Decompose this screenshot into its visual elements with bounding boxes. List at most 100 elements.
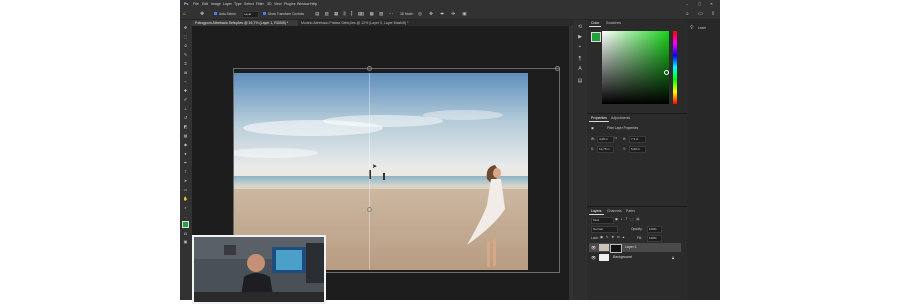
- link-icon[interactable]: ⊶: [614, 136, 617, 140]
- menu-bar: Ps File Edit Image Layer Type Select Fil…: [180, 0, 720, 9]
- history-icon[interactable]: ⟲: [577, 24, 583, 30]
- lock-icon: 🔒︎: [672, 255, 675, 260]
- color-picker-marker[interactable]: [664, 70, 669, 75]
- character-icon[interactable]: A: [577, 66, 583, 72]
- show-transform-label: Show Transform Controls: [268, 12, 304, 16]
- lightbulb-icon[interactable]: 💡︎: [690, 25, 694, 31]
- options-bar: ⌂ ✥ Auto-Select: Layer Show Transform Co…: [180, 9, 720, 20]
- menu-3d[interactable]: 3D: [267, 2, 271, 6]
- ps-logo[interactable]: Ps: [184, 2, 188, 6]
- history-brush-tool-icon[interactable]: ↺: [183, 116, 188, 120]
- distribute-icons[interactable]: ▥ ▦ ▧ ⋯: [360, 11, 395, 17]
- transform-handle-top[interactable]: [367, 66, 372, 71]
- tab-swatches[interactable]: Swatches: [604, 20, 623, 26]
- share-icon[interactable]: ⇪: [711, 11, 715, 17]
- width-field[interactable]: 4,09 in: [597, 136, 614, 143]
- pixel-layer-icon: ▣: [591, 126, 595, 130]
- layer-filter-icons[interactable]: ▣ ◐ T ⬚ ▤: [615, 217, 640, 221]
- search-icon[interactable]: ⌕: [686, 11, 689, 17]
- lock-icons[interactable]: ▣ ✎ ✥ ⊡ 🔒︎: [600, 235, 625, 239]
- path-select-tool-icon[interactable]: ➤: [183, 179, 188, 183]
- maximize-icon[interactable]: ▢: [698, 2, 701, 6]
- hue-slider[interactable]: [673, 31, 677, 104]
- menu-file[interactable]: File: [193, 2, 199, 6]
- tab-color[interactable]: Color: [589, 20, 602, 27]
- menu-plugins[interactable]: Plugins: [284, 2, 295, 6]
- menu-image[interactable]: Image: [211, 2, 221, 6]
- menu-view[interactable]: View: [274, 2, 282, 6]
- height-label: H:: [623, 137, 627, 141]
- blur-tool-icon[interactable]: ◆: [183, 143, 188, 147]
- eyedropper-tool-icon[interactable]: ⌁: [183, 80, 188, 84]
- hand-tool-icon[interactable]: ✋: [183, 197, 188, 201]
- pen-tool-icon[interactable]: ✒: [183, 161, 188, 165]
- menu-filter[interactable]: Filter: [256, 2, 264, 6]
- layer-row-layer-1[interactable]: 👁︎ Layer 1: [589, 243, 681, 253]
- layer-mask-thumbnail[interactable]: [610, 244, 622, 253]
- menu-help[interactable]: Help: [310, 2, 317, 6]
- paragraph-icon[interactable]: ¶: [577, 56, 583, 62]
- stamp-tool-icon[interactable]: ⊥: [183, 107, 188, 111]
- align-icons[interactable]: ▤ ▥ ▦ ⫼ ⫿ ▤: [315, 11, 364, 17]
- crop-tool-icon[interactable]: ⌗: [183, 62, 188, 66]
- menu-select[interactable]: Select: [244, 2, 254, 6]
- brush-settings-icon[interactable]: ⌁: [577, 44, 583, 50]
- move-tool-icon[interactable]: ✥: [183, 26, 188, 30]
- shape-tool-icon[interactable]: ▭: [183, 188, 188, 192]
- eraser-tool-icon[interactable]: ◩: [183, 125, 188, 129]
- learn-label[interactable]: Learn: [698, 26, 706, 30]
- more-tools-icon[interactable]: …: [183, 215, 188, 219]
- tab-adjustments[interactable]: Adjustments: [609, 115, 632, 121]
- actions-icon[interactable]: ▶: [577, 34, 583, 40]
- auto-select-label: Auto-Select:: [219, 12, 237, 16]
- visibility-eye-icon[interactable]: 👁︎: [591, 255, 596, 260]
- libraries-icon[interactable]: ▤: [577, 78, 583, 84]
- quick-mask-icon[interactable]: ◘: [183, 232, 188, 236]
- height-field[interactable]: 7,3 in: [629, 136, 646, 143]
- tab-channels[interactable]: Channels: [605, 208, 624, 214]
- home-icon[interactable]: ⌂: [183, 11, 186, 17]
- layer-filter-dropdown[interactable]: Kind: [591, 217, 614, 224]
- move-tool-icon[interactable]: ✥: [200, 11, 204, 17]
- tools-panel: ✥ ⬚ ഠ ✎ ⌗ ⊠ ⌁ ✚ ✐ ⊥ ↺ ◩ ▦ ◆ ● ✒ T ➤ ▭ ✋ …: [180, 20, 192, 280]
- lock-label: Lock:: [591, 236, 599, 240]
- tab-properties[interactable]: Properties: [589, 115, 609, 122]
- visibility-eye-icon[interactable]: 👁︎: [591, 245, 596, 250]
- show-transform-checkbox[interactable]: [263, 12, 266, 15]
- marquee-tool-icon[interactable]: ⬚: [183, 35, 188, 39]
- foreground-color-swatch[interactable]: [182, 221, 189, 228]
- healing-tool-icon[interactable]: ✚: [183, 89, 188, 93]
- minimize-icon[interactable]: –: [686, 2, 688, 6]
- 3d-mode-icons[interactable]: ◎ ✥ ⬌ ✣ ▣: [418, 11, 470, 17]
- zoom-tool-icon[interactable]: ⌕: [183, 206, 188, 210]
- x-field[interactable]: 12,75 in: [597, 146, 614, 153]
- auto-select-checkbox[interactable]: [214, 12, 217, 15]
- lasso-tool-icon[interactable]: ഠ: [183, 44, 188, 48]
- opacity-field[interactable]: 100%: [647, 226, 662, 233]
- transform-handle-top-right[interactable]: [555, 66, 560, 71]
- gradient-tool-icon[interactable]: ▦: [183, 134, 188, 138]
- dodge-tool-icon[interactable]: ●: [183, 152, 188, 156]
- y-field[interactable]: 5,60 in: [629, 146, 646, 153]
- fill-field[interactable]: 100%: [647, 235, 662, 242]
- auto-select-dropdown[interactable]: Layer: [242, 11, 259, 18]
- close-icon[interactable]: ✕: [710, 2, 713, 6]
- color-foreground-swatch[interactable]: [591, 32, 601, 42]
- type-tool-icon[interactable]: T: [183, 170, 188, 174]
- screen-mode-icon[interactable]: ▣: [183, 240, 188, 244]
- color-picker-field[interactable]: [602, 31, 669, 104]
- menu-window[interactable]: Window: [297, 2, 309, 6]
- quick-select-tool-icon[interactable]: ✎: [183, 53, 188, 57]
- menu-type[interactable]: Type: [234, 2, 242, 6]
- brush-tool-icon[interactable]: ✐: [183, 98, 188, 102]
- workspace-icon[interactable]: ▭: [698, 11, 703, 17]
- tab-layers[interactable]: Layers: [589, 208, 604, 215]
- tab-paths[interactable]: Paths: [624, 208, 637, 214]
- layer-row-background[interactable]: 👁︎ Background 🔒︎: [589, 253, 681, 262]
- transform-handle-center[interactable]: [367, 207, 372, 212]
- opacity-label: Opacity:: [631, 227, 643, 231]
- blend-mode-dropdown[interactable]: Normal: [591, 226, 618, 233]
- frame-tool-icon[interactable]: ⊠: [183, 71, 188, 75]
- menu-layer[interactable]: Layer: [223, 2, 232, 6]
- menu-edit[interactable]: Edit: [202, 2, 208, 6]
